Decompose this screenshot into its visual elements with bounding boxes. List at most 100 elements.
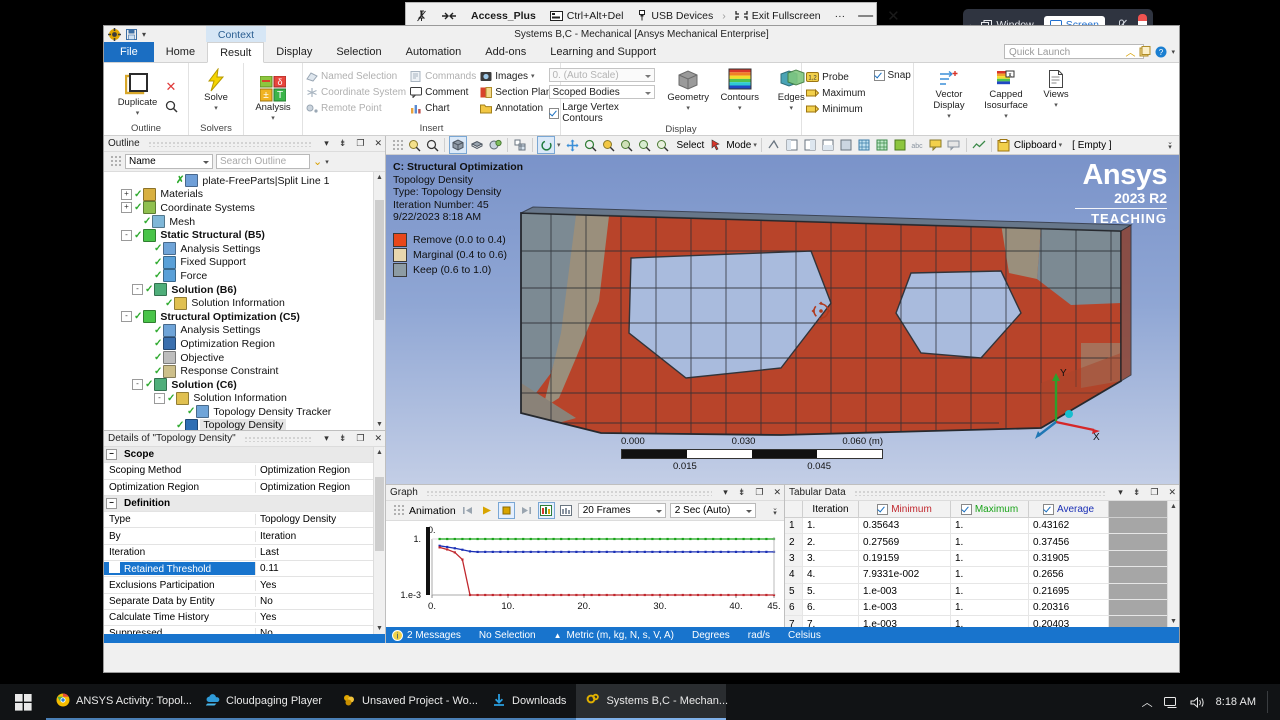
cell-minimum[interactable]: 1.e-003 <box>859 616 951 627</box>
details-scroll-down-icon[interactable]: ▼ <box>374 623 385 634</box>
clipboard-icon[interactable] <box>996 137 1012 153</box>
animation-last-frame-button[interactable] <box>519 503 534 518</box>
zoom-in-icon[interactable] <box>583 137 599 153</box>
rotate-icon[interactable] <box>537 136 555 154</box>
snap-checkbox[interactable]: Snap <box>873 69 911 81</box>
mesh-view-1-icon[interactable] <box>856 137 872 153</box>
cell-minimum[interactable]: 0.19159 <box>859 550 951 567</box>
details-value[interactable]: Optimization Region <box>256 482 385 493</box>
magnify-icon[interactable] <box>637 137 653 153</box>
close-button[interactable]: ✕ <box>879 7 908 25</box>
axis-triad[interactable]: Y X <box>1034 364 1104 442</box>
cell-average[interactable]: 0.43162 <box>1029 518 1109 534</box>
cell-iteration[interactable]: 6. <box>803 599 859 616</box>
tabular-scroll-up-icon[interactable]: ▲ <box>1168 501 1179 512</box>
outline-grip-icon[interactable] <box>110 155 122 168</box>
tabular-menu-icon[interactable]: ▾ <box>1115 487 1126 498</box>
coordinate-system-button[interactable]: Coordinate System <box>304 84 408 100</box>
tray-chevron-up-icon[interactable]: ︿ <box>1142 694 1153 710</box>
average-series-checkbox[interactable] <box>1042 503 1054 515</box>
annotation-preferences-icon[interactable]: abc <box>910 137 926 153</box>
details-value[interactable]: Optimization Region <box>256 465 385 476</box>
cell-iteration[interactable]: 7. <box>803 616 859 627</box>
taskbar-item-cloudpaging-player[interactable]: Cloudpaging Player <box>196 684 333 720</box>
outline-node-analysis-settings[interactable]: ✓ Analysis Settings <box>104 323 385 338</box>
cell-minimum[interactable]: 7.9331e-002 <box>859 567 951 583</box>
geometry-button[interactable]: Geometry ▾ <box>666 68 711 114</box>
mode-caret-icon[interactable]: ▾ <box>753 141 757 149</box>
zoom-icon[interactable] <box>424 137 440 153</box>
cell-minimum[interactable]: 1.e-003 <box>859 599 951 616</box>
help-dropdown-icon[interactable]: ▾ <box>1171 48 1175 56</box>
cell-maximum[interactable]: 1. <box>951 518 1029 534</box>
taskbar-clock[interactable]: 8:18 AM <box>1216 696 1256 708</box>
graph-pin-icon[interactable]: ⇟ <box>735 487 749 498</box>
table-row[interactable]: 5 5. 1.e-003 1. 0.21695 <box>785 583 1179 600</box>
tabular-col-minimum[interactable]: Minimum <box>859 501 951 517</box>
vector-display-button[interactable]: Vector Display ▾ <box>925 69 973 122</box>
outline-close-icon[interactable]: ✕ <box>371 138 385 149</box>
qat-dropdown-icon[interactable]: ▾ <box>142 30 146 39</box>
outline-node-coordinate-systems[interactable]: + ✓ Coordinate Systems <box>104 201 385 215</box>
cell-minimum[interactable]: 1.e-003 <box>859 583 951 599</box>
outline-expander[interactable]: - <box>121 229 132 241</box>
details-value[interactable]: No <box>256 596 385 607</box>
analysis-caret-icon[interactable]: ▾ <box>271 113 275 124</box>
solve-caret-icon[interactable]: ▾ <box>214 103 218 114</box>
tabular-grid[interactable]: Iteration Minimum Maximum Average 1 1. 0… <box>785 501 1179 627</box>
animation-grip-icon[interactable] <box>393 504 405 517</box>
details-scroll-thumb[interactable] <box>375 477 384 551</box>
outline-node-solution-information[interactable]: ✓ Solution Information <box>104 296 385 310</box>
outline-node-fixed-support[interactable]: ✓ Fixed Support <box>104 255 385 270</box>
cell-iteration[interactable]: 5. <box>803 583 859 599</box>
box-zoom-icon[interactable] <box>601 137 617 153</box>
outline-maximize-icon[interactable]: ❐ <box>353 138 367 149</box>
details-scroll-up-icon[interactable]: ▲ <box>374 447 385 458</box>
details-row-definition[interactable]: − Definition <box>104 495 385 513</box>
graphics-toolbar-grip-icon[interactable] <box>392 138 404 152</box>
minimize-button[interactable]: — <box>852 8 879 23</box>
outline-expander[interactable]: + <box>121 188 132 200</box>
solve-button[interactable]: Solve ▾ <box>193 65 239 114</box>
details-row-retained-threshold[interactable]: Retained Threshold 0.11 <box>104 561 385 578</box>
outline-node-response-constraint[interactable]: ✓ Response Constraint <box>104 364 385 378</box>
create-section-plane-4-icon[interactable] <box>838 137 854 153</box>
tab-automation[interactable]: Automation <box>394 42 474 62</box>
graphics-toolbar[interactable]: ▾ Select Mode ▾ abc Clipboard ▾ [Empty … <box>386 136 1179 155</box>
animation-stop-button[interactable] <box>497 502 515 519</box>
details-value[interactable]: No <box>256 628 385 634</box>
outline-expander[interactable]: - <box>154 392 165 404</box>
details-value[interactable]: 0.11 <box>256 563 385 574</box>
pan-icon[interactable] <box>565 137 581 153</box>
system-tray[interactable]: ︿ 8:18 AM <box>1142 691 1280 713</box>
details-scrollbar[interactable]: ▲ ▼ <box>373 447 385 634</box>
outline-pin-icon[interactable]: ⇟ <box>336 138 350 149</box>
mesh-view-2-icon[interactable] <box>874 137 890 153</box>
details-row-calculate-time-history[interactable]: Calculate Time History Yes <box>104 610 385 627</box>
graphics-viewport[interactable]: C: Structural Optimization Topology Dens… <box>386 155 1179 484</box>
vector-display-caret-icon[interactable]: ▾ <box>947 111 951 122</box>
toolbar-overflow-button[interactable]: ⌄ ▾ <box>1167 139 1176 151</box>
details-section-toggle[interactable]: − <box>106 449 117 461</box>
views-caret-icon[interactable]: ▾ <box>1054 100 1058 111</box>
commands-button[interactable]: Commands <box>408 68 478 84</box>
minimum-button[interactable]: Minimum <box>804 101 867 117</box>
details-row-type[interactable]: Type Topology Density <box>104 512 385 529</box>
table-row[interactable]: 3 3. 0.19159 1. 0.31905 <box>785 550 1179 568</box>
cell-minimum[interactable]: 0.27569 <box>859 534 951 550</box>
details-row-iteration[interactable]: Iteration Last <box>104 545 385 562</box>
shaded-exterior-icon[interactable] <box>449 136 467 154</box>
details-row-scoping-method[interactable]: Scoping Method Optimization Region <box>104 463 385 480</box>
capped-isosurface-caret-icon[interactable]: ▾ <box>1004 111 1008 122</box>
quick-launch-input[interactable]: Quick Launch <box>1004 44 1144 59</box>
details-maximize-icon[interactable]: ❐ <box>353 433 367 444</box>
tabular-scrollbar[interactable]: ▲ ▼ <box>1167 501 1179 627</box>
outline-node-plate-freeparts-split-line-1[interactable]: ✗ plate-FreeParts|Split Line 1 <box>104 174 385 188</box>
named-selection-button[interactable]: Named Selection <box>304 68 408 84</box>
large-vertex-contours-checkbox[interactable]: Large Vertex Contours <box>548 102 659 124</box>
tabular-pin-icon[interactable]: ⇟ <box>1130 487 1144 498</box>
outline-expander[interactable]: - <box>132 284 143 296</box>
tracker-chart[interactable]: 0. 1. 1.e-3 0. 10. 20. 30. 40. 45. <box>386 521 784 627</box>
contours-button[interactable]: Contours ▾ <box>717 68 762 114</box>
taskbar-item-downloads[interactable]: Downloads <box>482 684 577 720</box>
